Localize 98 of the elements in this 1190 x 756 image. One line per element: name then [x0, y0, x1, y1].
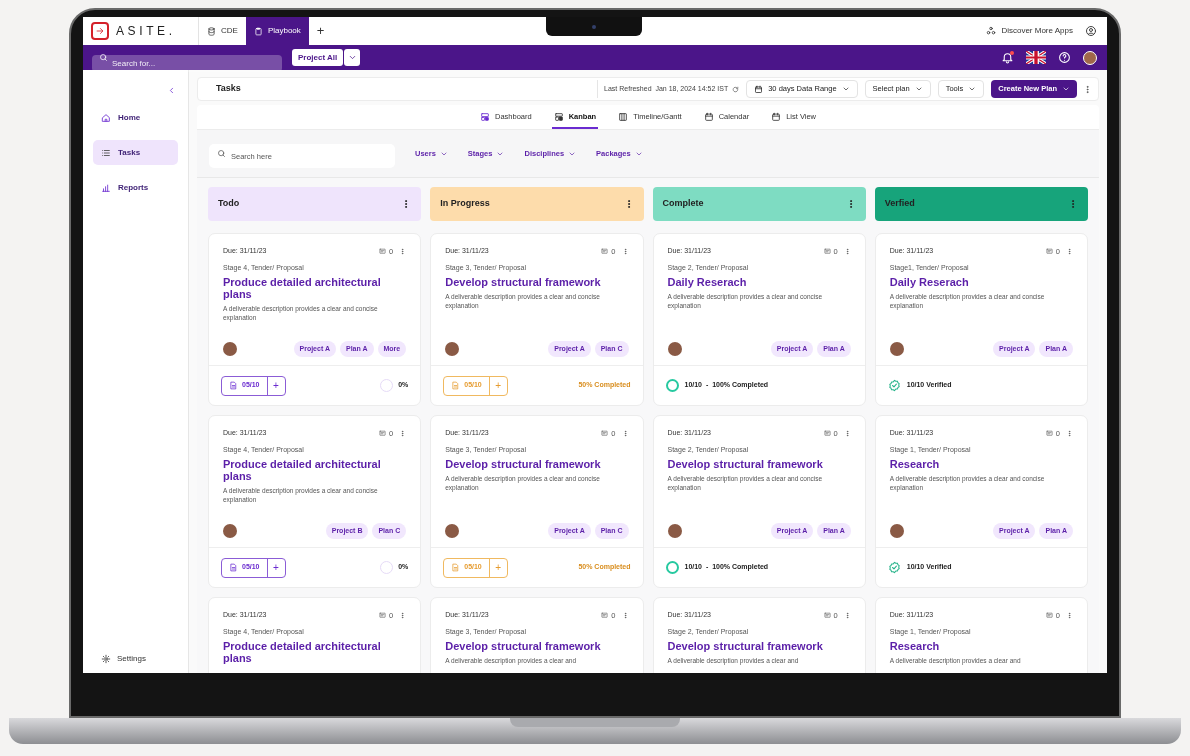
column-title: Todo — [218, 197, 240, 211]
apps-icon — [986, 26, 997, 36]
task-title: Research — [889, 639, 941, 652]
document-icon — [451, 563, 461, 572]
page-title: Tasks — [216, 82, 241, 96]
avatar — [667, 341, 682, 356]
columns-icon — [618, 112, 629, 122]
search-icon — [99, 53, 108, 62]
comment-icon — [601, 430, 609, 438]
app-tab[interactable]: Playbook — [245, 17, 309, 45]
document-icon — [229, 563, 238, 572]
avatar — [223, 341, 237, 356]
comment-icon — [379, 612, 387, 620]
task-title: Develop structural framework — [667, 639, 824, 652]
more-icon[interactable] — [621, 612, 629, 620]
task-title: Daily Reserach — [889, 275, 970, 288]
more-icon[interactable] — [1066, 430, 1073, 438]
calendar-icon — [754, 84, 764, 94]
add-tab-button[interactable]: + — [316, 21, 325, 41]
kanban-icon — [553, 112, 564, 122]
discover-apps-button[interactable]: Discover More Apps — [986, 25, 1073, 37]
refresh-icon[interactable] — [732, 85, 740, 93]
calendar-icon — [703, 112, 714, 122]
more-icon[interactable] — [1066, 612, 1073, 620]
more-icon[interactable] — [1083, 84, 1092, 94]
verified-check-icon — [887, 561, 901, 574]
avatar — [223, 523, 237, 538]
user-icon[interactable] — [1085, 25, 1097, 37]
help-icon[interactable] — [1058, 51, 1071, 64]
progress-ring — [665, 379, 679, 392]
chevron-down-icon — [968, 85, 977, 93]
more-icon[interactable] — [399, 248, 407, 256]
column-title: In Progress — [440, 197, 490, 211]
comment-icon — [823, 612, 831, 620]
verified-check-icon — [887, 379, 901, 392]
task-title: Develop structural framework — [667, 457, 824, 470]
calendar-icon — [771, 112, 782, 122]
comment-icon — [379, 430, 387, 438]
search-icon — [217, 148, 226, 158]
avatar — [889, 523, 904, 538]
dashboard-icon — [479, 112, 490, 122]
add-button[interactable]: + — [266, 558, 285, 577]
column-title: Complete — [662, 197, 704, 211]
sidebar-item[interactable]: Home — [93, 105, 178, 130]
task-title: Produce detailed architectural plans — [223, 275, 382, 300]
task-title: Daily Reserach — [667, 275, 748, 288]
task-title: Research — [889, 457, 941, 470]
chevron-down-icon — [841, 85, 850, 93]
more-icon[interactable] — [399, 612, 407, 620]
comment-icon — [601, 612, 609, 620]
more-icon[interactable] — [843, 248, 851, 256]
settings-item[interactable]: Settings — [93, 653, 178, 665]
collapse-icon[interactable] — [167, 86, 176, 95]
avatar — [445, 523, 460, 538]
task-title: Produce detailed architectural plans — [223, 639, 382, 664]
gear-icon — [101, 654, 111, 664]
flag-icon[interactable] — [1026, 51, 1046, 64]
comment-icon — [601, 248, 609, 256]
sidebar-item[interactable]: Reports — [93, 175, 178, 200]
progress-ring — [665, 561, 679, 574]
dropdown-toggle[interactable] — [344, 49, 361, 66]
document-icon — [229, 381, 238, 390]
clipboard-icon — [253, 26, 263, 36]
column-title: Verfied — [884, 197, 915, 211]
home-icon — [101, 112, 111, 123]
sidebar-item[interactable]: Tasks — [93, 140, 178, 165]
bar-chart-icon — [101, 182, 111, 193]
more-icon[interactable] — [1066, 248, 1073, 256]
database-icon — [207, 26, 216, 36]
comment-icon — [379, 248, 387, 256]
more-icon[interactable] — [621, 248, 629, 256]
logo-text: ASITE. — [116, 23, 177, 40]
avatar[interactable] — [1083, 50, 1097, 65]
avatar — [889, 341, 904, 356]
comment-icon — [1045, 430, 1053, 438]
more-icon[interactable] — [399, 430, 407, 438]
avatar — [667, 523, 682, 538]
list-icon — [101, 147, 111, 158]
task-title: Develop structural framework — [445, 639, 602, 652]
comment-icon — [1045, 248, 1053, 256]
more-icon[interactable] — [621, 430, 629, 438]
more-icon[interactable] — [843, 430, 851, 438]
add-button[interactable]: + — [266, 376, 285, 395]
task-title: Produce detailed architectural plans — [223, 457, 382, 482]
more-icon[interactable] — [843, 612, 851, 620]
task-title: Develop structural framework — [445, 457, 602, 470]
chevron-down-icon — [1062, 85, 1070, 93]
task-title: Develop structural framework — [445, 275, 602, 288]
avatar — [445, 341, 460, 356]
chevron-down-icon — [347, 53, 357, 62]
comment-icon — [823, 430, 831, 438]
chevron-down-icon — [914, 85, 923, 93]
comment-icon — [823, 248, 831, 256]
bell-icon[interactable] — [1001, 51, 1014, 64]
logo-icon — [91, 22, 109, 40]
project-dropdown[interactable]: Project All — [292, 49, 344, 66]
comment-icon — [1045, 612, 1053, 620]
document-icon — [451, 381, 461, 390]
